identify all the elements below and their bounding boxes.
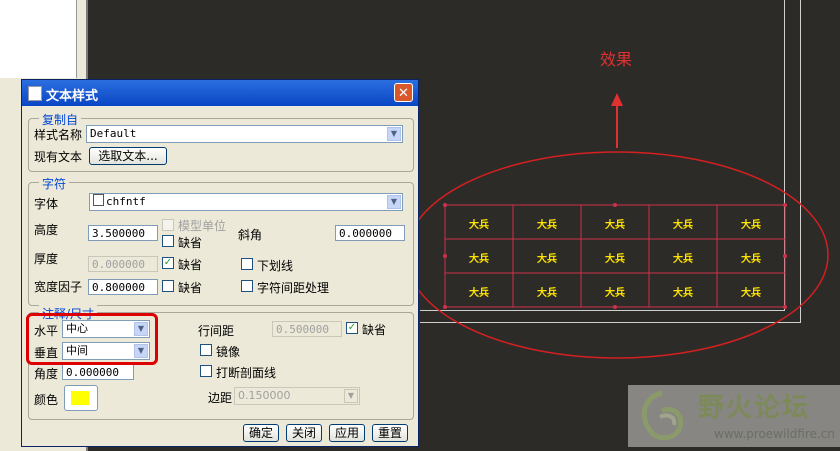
height-default-checkbox[interactable] <box>162 235 174 247</box>
table-cell-text[interactable]: 大兵 <box>663 216 703 231</box>
reset-button[interactable]: 重置 <box>372 424 408 442</box>
font-select[interactable]: chfntf ▼ <box>89 193 403 211</box>
slant-label: 斜角 <box>238 228 263 242</box>
color-label: 颜色 <box>34 393 59 407</box>
dialog-app-icon <box>28 86 42 101</box>
table-cell-text[interactable]: 大兵 <box>731 284 771 299</box>
font-value: chfntf <box>106 195 146 208</box>
break-hatch-label: 打断剖面线 <box>216 366 277 380</box>
line-spacing-label: 行间距 <box>198 324 235 338</box>
text-style-dialog: 文本样式 ✕ 复制自 样式名称 Default ▼ 现有文本 选取文本... 字… <box>21 79 419 447</box>
line-spacing-input[interactable]: 0.500000 <box>272 321 342 337</box>
line-spacing-default-checkbox[interactable]: ✓ <box>346 322 358 334</box>
table-cell-text[interactable]: 大兵 <box>595 250 635 265</box>
font-label: 字体 <box>34 197 59 211</box>
margin-select[interactable]: 0.150000 ▼ <box>234 387 360 405</box>
dialog-titlebar[interactable]: 文本样式 ✕ <box>22 80 418 106</box>
close-button[interactable]: 关闭 <box>286 424 322 442</box>
chevron-down-icon[interactable]: ▼ <box>344 389 358 403</box>
underline-label: 下划线 <box>257 259 294 273</box>
watermark-title: 野火论坛 <box>698 393 811 423</box>
chevron-down-icon[interactable]: ▼ <box>387 127 401 141</box>
angle-input[interactable]: 0.000000 <box>62 364 134 380</box>
thickness-default-label: 缺省 <box>178 258 203 272</box>
angle-label: 角度 <box>34 367 59 381</box>
width-factor-default-label: 缺省 <box>178 281 203 295</box>
table-cell-text[interactable]: 大兵 <box>663 284 703 299</box>
dialog-title: 文本样式 <box>46 89 99 104</box>
color-swatch <box>71 391 89 405</box>
watermark: 野火论坛 www.proewildfire.cn <box>628 385 840 447</box>
mirror-label: 镜像 <box>216 345 241 359</box>
thickness-label: 厚度 <box>34 252 59 266</box>
apply-button[interactable]: 应用 <box>329 424 365 442</box>
chevron-down-icon[interactable]: ▼ <box>387 195 401 209</box>
underline-checkbox[interactable] <box>241 258 253 270</box>
style-name-select[interactable]: Default ▼ <box>86 125 403 143</box>
select-text-button[interactable]: 选取文本... <box>89 147 167 165</box>
kerning-label: 字符间距处理 <box>257 281 330 295</box>
style-name-value: Default <box>90 127 137 140</box>
table-cell-text[interactable]: 大兵 <box>459 284 499 299</box>
watermark-logo-icon <box>641 390 684 441</box>
thickness-default-checkbox[interactable]: ✓ <box>162 257 174 269</box>
width-factor-label: 宽度因子 <box>34 280 83 294</box>
width-factor-input[interactable]: 0.800000 <box>88 279 158 295</box>
table-cell-text[interactable]: 大兵 <box>595 284 635 299</box>
effect-label: 效果 <box>600 50 633 69</box>
height-default-label: 缺省 <box>178 236 203 250</box>
table-cell-text[interactable]: 大兵 <box>527 284 567 299</box>
slant-input[interactable]: 0.000000 <box>335 225 405 241</box>
model-units-checkbox[interactable] <box>162 219 174 231</box>
existing-text-label: 现有文本 <box>34 150 83 164</box>
model-tree-pane <box>0 0 77 78</box>
kerning-checkbox[interactable] <box>241 280 253 292</box>
height-input[interactable]: 3.500000 <box>88 225 158 241</box>
table-cell-text[interactable]: 大兵 <box>731 250 771 265</box>
watermark-url: www.proewildfire.cn <box>714 427 835 441</box>
table-cell-text[interactable]: 大兵 <box>459 250 499 265</box>
margin-label: 边距 <box>208 391 233 405</box>
break-hatch-checkbox[interactable] <box>200 365 212 377</box>
thickness-input[interactable]: 0.000000 <box>88 256 158 272</box>
table-cell-text[interactable]: 大兵 <box>731 216 771 231</box>
font-type-icon <box>93 194 104 206</box>
color-swatch-button[interactable] <box>64 385 98 411</box>
alignment-highlight-box <box>26 313 158 365</box>
margin-value: 0.150000 <box>238 389 291 402</box>
line-spacing-default-label: 缺省 <box>362 323 387 337</box>
table-cell-text[interactable]: 大兵 <box>595 216 635 231</box>
table-cell-text[interactable]: 大兵 <box>527 250 567 265</box>
close-icon[interactable]: ✕ <box>394 83 413 102</box>
width-factor-default-checkbox[interactable] <box>162 280 174 292</box>
style-name-label: 样式名称 <box>34 128 83 142</box>
height-label: 高度 <box>34 223 59 237</box>
ok-button[interactable]: 确定 <box>243 424 279 442</box>
mirror-checkbox[interactable] <box>200 344 212 356</box>
character-group-title: 字符 <box>39 175 70 192</box>
table-cell-text[interactable]: 大兵 <box>459 216 499 231</box>
table-cell-text[interactable]: 大兵 <box>527 216 567 231</box>
model-units-label: 模型单位 <box>178 219 227 233</box>
table-cell-text[interactable]: 大兵 <box>663 250 703 265</box>
